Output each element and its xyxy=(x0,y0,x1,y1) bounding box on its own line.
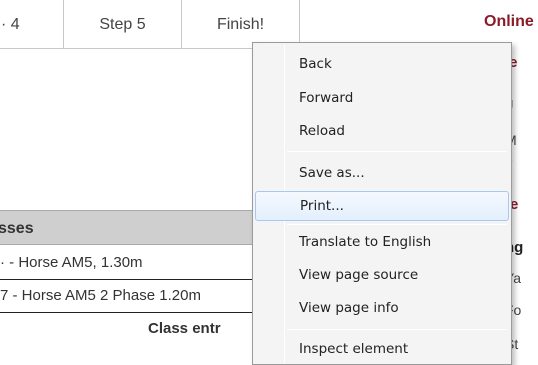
step-tab-label: · 4 xyxy=(1,15,20,33)
menu-item-save-as[interactable]: Save as... xyxy=(255,159,509,189)
table-row[interactable]: · - Horse AM5, 1.30m xyxy=(0,247,258,280)
menu-separator xyxy=(287,151,507,152)
menu-item-reload[interactable]: Reload xyxy=(255,117,509,147)
context-menu: Back Forward Reload Save as... Print... … xyxy=(252,42,512,365)
step-tab-4[interactable]: · 4 xyxy=(0,0,64,49)
menu-separator xyxy=(287,224,507,225)
online-title: Online xyxy=(484,13,534,30)
menu-separator xyxy=(287,329,507,330)
step-tab-label: Finish! xyxy=(216,15,265,33)
menu-item-inspect-element[interactable]: Inspect element xyxy=(255,335,509,365)
menu-item-translate[interactable]: Translate to English xyxy=(255,228,509,258)
menu-item-back[interactable]: Back xyxy=(255,50,509,80)
menu-item-print[interactable]: Print... xyxy=(255,191,509,221)
menu-item-forward[interactable]: Forward xyxy=(255,84,509,114)
table-row[interactable]: 7 - Horse AM5 2 Phase 1.20m xyxy=(0,280,258,313)
step-tab-5[interactable]: Step 5 xyxy=(64,0,182,49)
classes-table-header: sses xyxy=(0,210,258,245)
class-entries-label: Class entr xyxy=(148,320,221,337)
menu-item-view-page-info[interactable]: View page info xyxy=(255,294,509,324)
menu-item-view-source[interactable]: View page source xyxy=(255,261,509,291)
step-tab-label: Step 5 xyxy=(99,15,146,33)
